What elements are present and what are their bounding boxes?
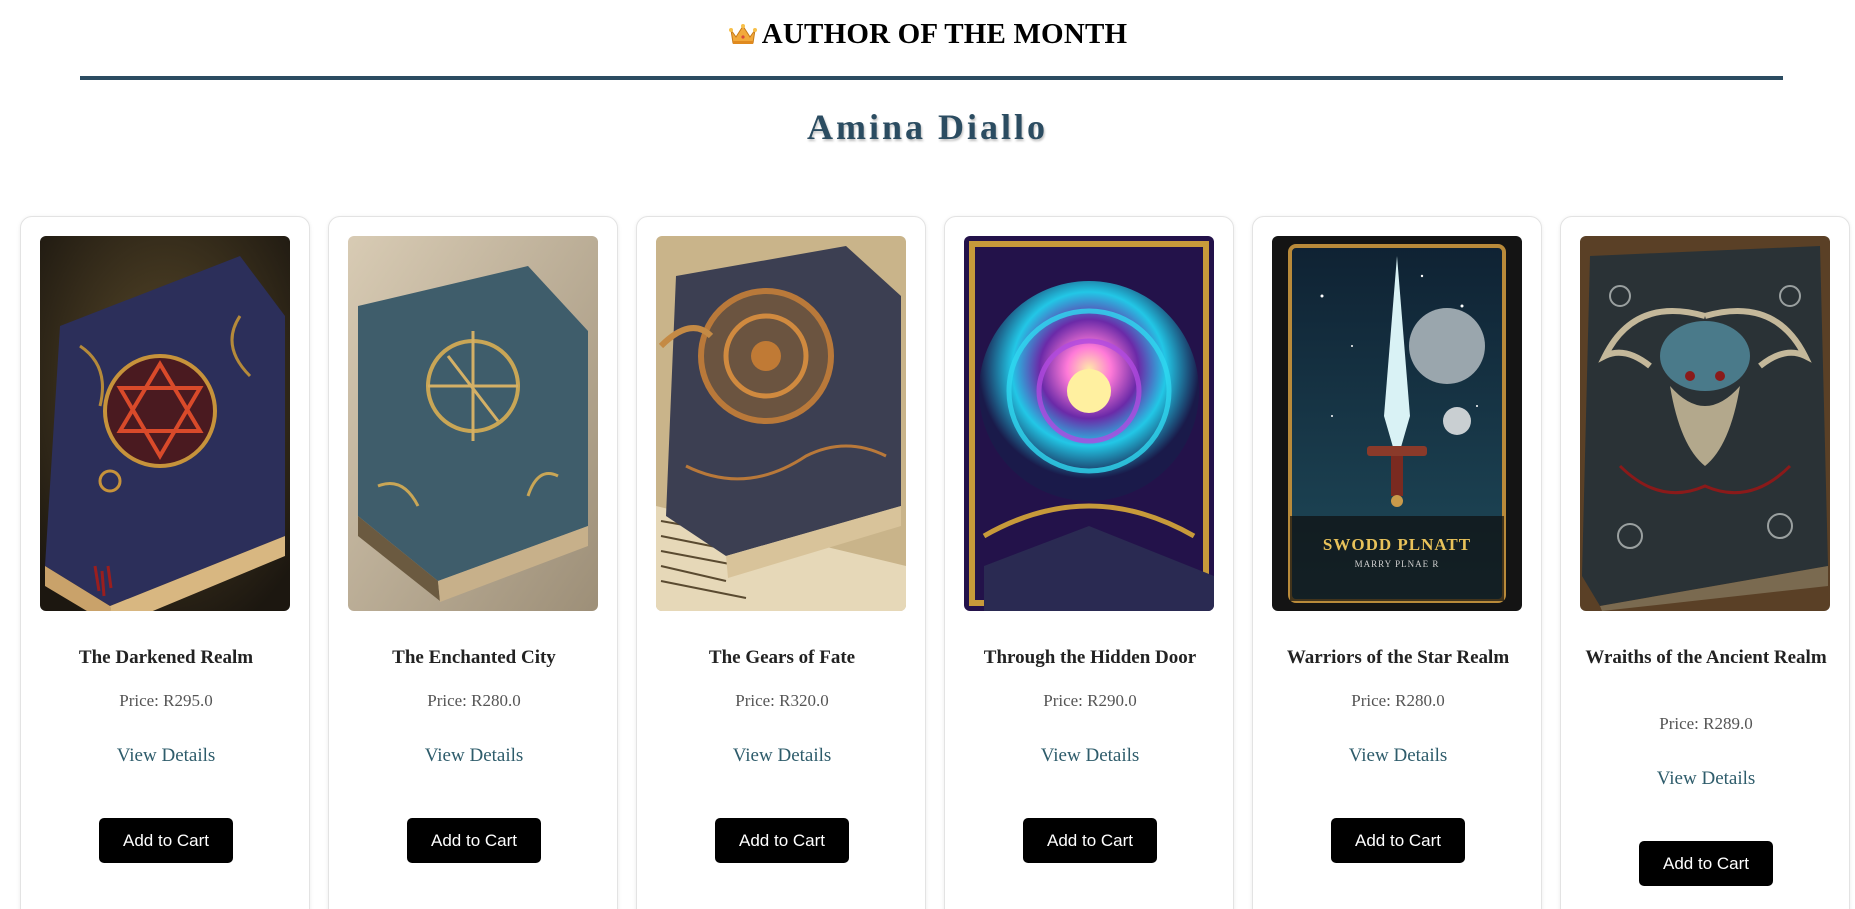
book-price: Price: R295.0 bbox=[119, 691, 213, 710]
book-cover-image[interactable] bbox=[656, 236, 906, 611]
book-title: Through the Hidden Door bbox=[983, 647, 1197, 668]
book-title: The Darkened Realm bbox=[78, 647, 254, 668]
add-to-cart-button[interactable]: Add to Cart bbox=[1639, 841, 1773, 886]
view-details-link[interactable]: View Details bbox=[960, 745, 1220, 767]
book-card: Through the Hidden Door Price: R290.0 Vi… bbox=[944, 216, 1234, 909]
view-details-link[interactable]: View Details bbox=[1268, 745, 1528, 767]
book-cover-image[interactable] bbox=[1580, 236, 1830, 611]
book-card-list: The Darkened Realm Price: R295.0 View De… bbox=[20, 216, 1855, 909]
add-to-cart-button[interactable]: Add to Cart bbox=[99, 818, 233, 863]
book-cover-image[interactable] bbox=[964, 236, 1214, 611]
book-price: Price: R280.0 bbox=[427, 691, 521, 710]
book-title: The Gears of Fate bbox=[708, 647, 856, 668]
book-price: Price: R289.0 bbox=[1659, 714, 1753, 733]
add-to-cart-button[interactable]: Add to Cart bbox=[407, 818, 541, 863]
view-details-link[interactable]: View Details bbox=[1576, 768, 1836, 790]
view-details-link[interactable]: View Details bbox=[36, 745, 296, 767]
author-name: Amina Diallo bbox=[806, 107, 1048, 147]
book-card: The Gears of Fate Price: R320.0 View Det… bbox=[636, 216, 926, 909]
crown-icon bbox=[728, 24, 757, 44]
cover-subtitle-text: MARRY PLNAE R bbox=[1354, 559, 1440, 569]
book-card: SWODD PLNATT MARRY PLNAE R Warriors of t… bbox=[1252, 216, 1542, 909]
add-to-cart-button[interactable]: Add to Cart bbox=[715, 818, 849, 863]
book-card: Wraiths of the Ancient Realm Price: R289… bbox=[1560, 216, 1850, 909]
view-details-link[interactable]: View Details bbox=[652, 745, 912, 767]
header-divider bbox=[80, 76, 1783, 80]
book-cover-image[interactable] bbox=[40, 236, 290, 611]
book-title: Wraiths of the Ancient Realm bbox=[1585, 647, 1827, 668]
book-title: Warriors of the Star Realm bbox=[1286, 647, 1510, 668]
book-cover-image[interactable] bbox=[348, 236, 598, 611]
view-details-link[interactable]: View Details bbox=[344, 745, 604, 767]
book-price: Price: R290.0 bbox=[1043, 691, 1137, 710]
book-title: The Enchanted City bbox=[392, 647, 556, 668]
section-title: AUTHOR OF THE MONTH bbox=[761, 18, 1128, 50]
book-price: Price: R280.0 bbox=[1351, 691, 1445, 710]
add-to-cart-button[interactable]: Add to Cart bbox=[1331, 818, 1465, 863]
book-card: The Darkened Realm Price: R295.0 View De… bbox=[20, 216, 310, 909]
author-of-month-page: AUTHOR OF THE MONTH Amina Diallo The Dar… bbox=[0, 0, 1855, 909]
add-to-cart-button[interactable]: Add to Cart bbox=[1023, 818, 1157, 863]
book-price: Price: R320.0 bbox=[735, 691, 829, 710]
cover-title-text: SWODD PLNATT bbox=[1322, 535, 1472, 554]
book-card: The Enchanted City Price: R280.0 View De… bbox=[328, 216, 618, 909]
section-header: AUTHOR OF THE MONTH bbox=[0, 18, 1855, 51]
